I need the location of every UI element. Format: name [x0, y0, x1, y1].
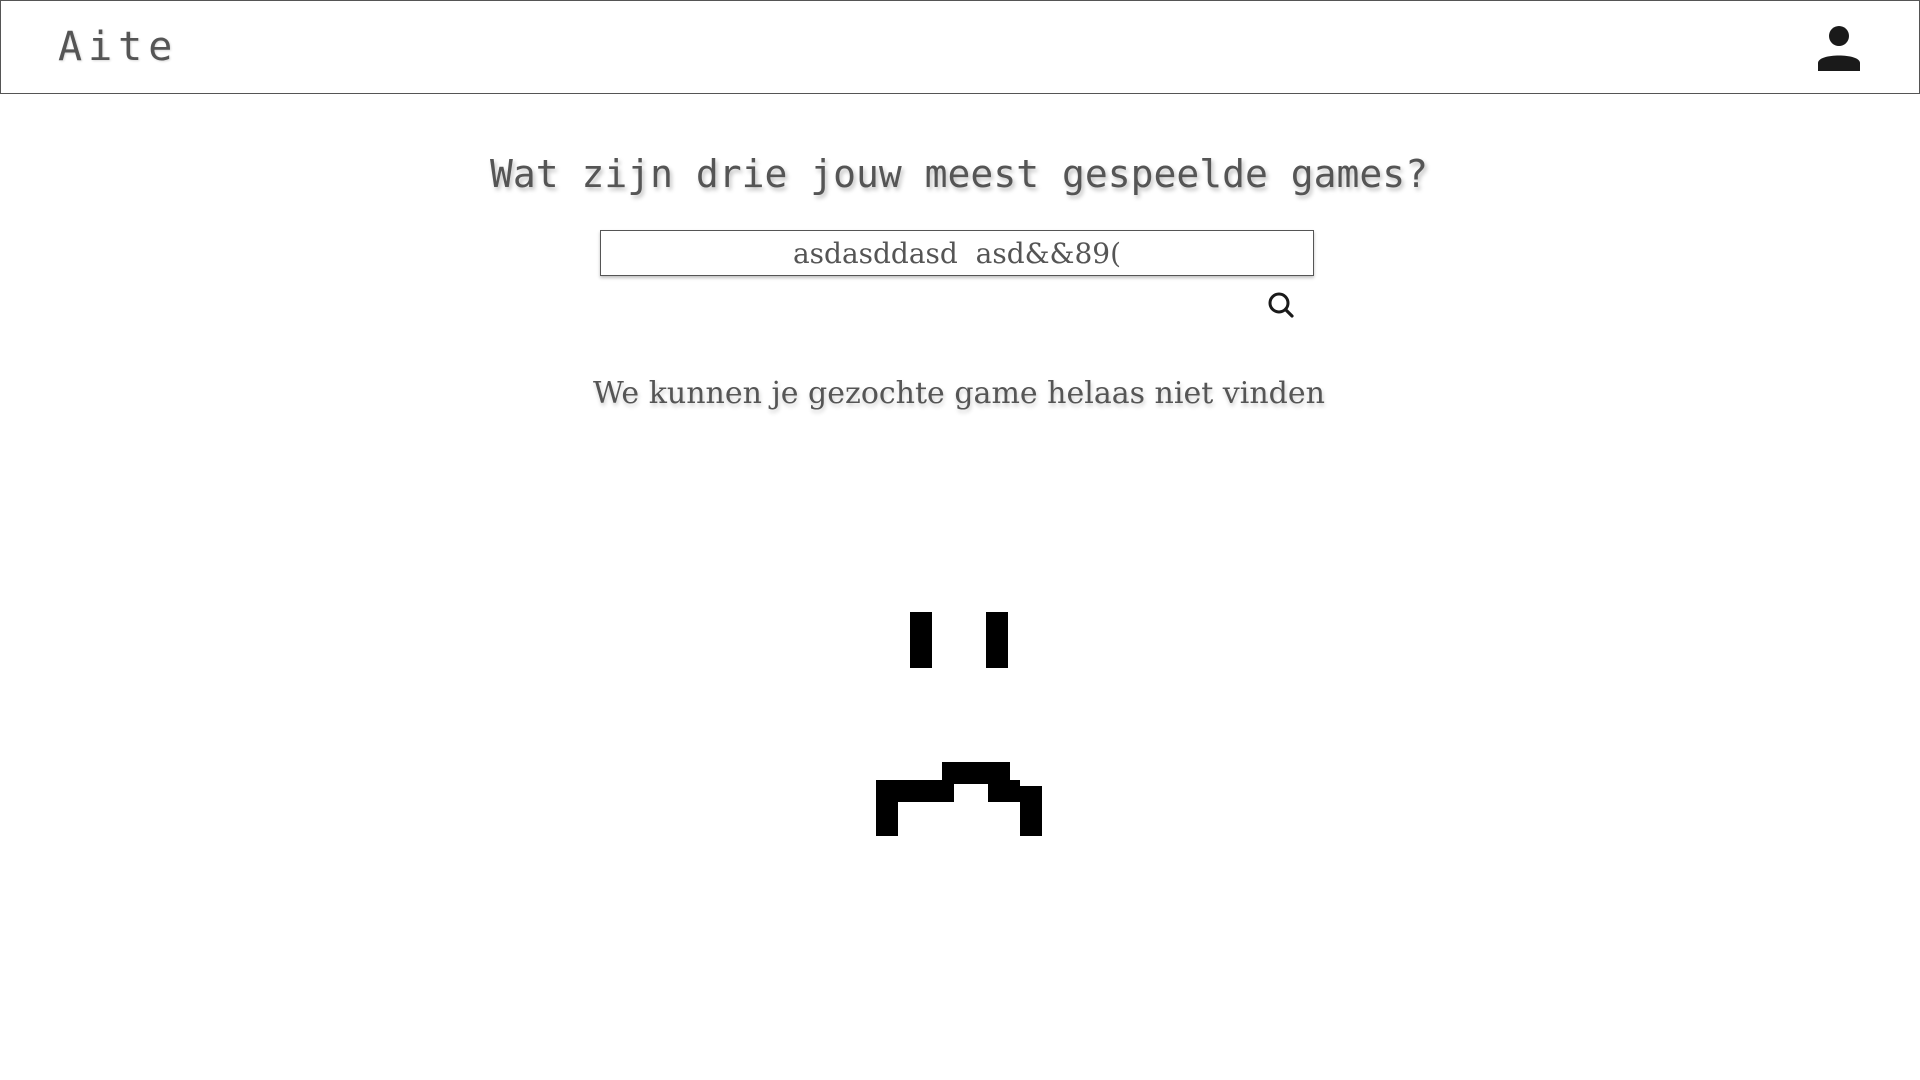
sad-face-icon: [876, 612, 1042, 836]
search-icon[interactable]: [1266, 290, 1296, 320]
brand-logo[interactable]: Aite: [58, 23, 178, 71]
top-bar: Aite: [0, 0, 1920, 94]
person-icon[interactable]: [1816, 25, 1862, 71]
page-title: Wat zijn drie jouw meest gespeelde games…: [490, 152, 1428, 196]
empty-state-message: We kunnen je gezochte game helaas niet v…: [593, 376, 1325, 411]
search-input[interactable]: [600, 230, 1314, 276]
